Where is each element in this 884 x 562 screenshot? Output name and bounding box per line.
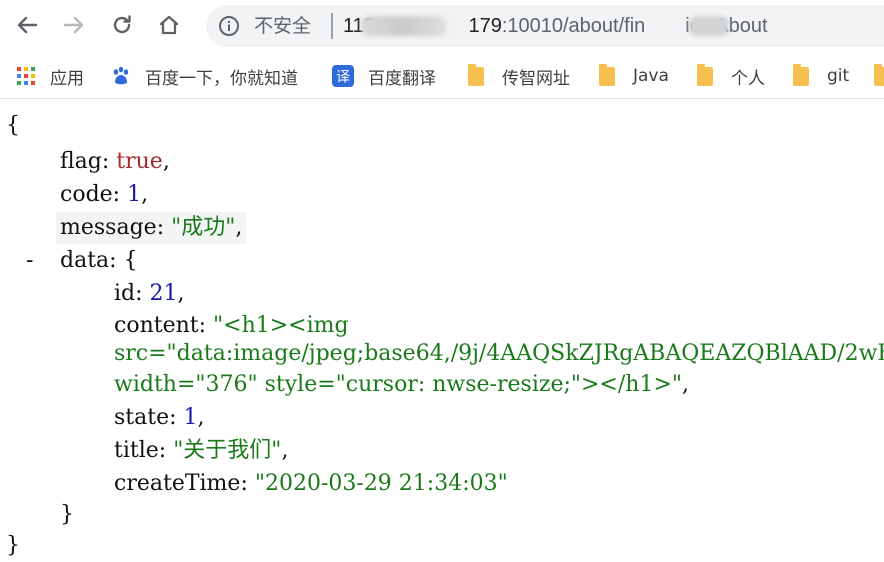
info-icon[interactable] <box>218 15 240 37</box>
bookmark-folder-java[interactable]: Java <box>599 63 669 88</box>
browser-toolbar: 不安全 118.179:10010/about/finiewAbout <box>0 0 884 52</box>
bookmark-label: 个人 <box>731 68 765 89</box>
json-content-cont-1: src="data:image/jpeg;base64,/9j/4AAQSkZJ… <box>114 341 884 366</box>
url-host-suffix: 179 <box>468 15 502 37</box>
baidu-paw-icon <box>113 66 129 85</box>
json-value: "成功" <box>171 215 236 240</box>
json-row-id: id: 21, <box>114 281 185 306</box>
bookmark-label: git <box>827 66 850 86</box>
json-value: true <box>116 149 163 174</box>
folder-icon <box>874 63 884 86</box>
json-row-data: data: { <box>60 248 138 273</box>
bookmark-label: 百度一下，你就知道 <box>145 68 298 89</box>
json-value: "关于我们" <box>173 438 282 463</box>
folder-icon <box>697 63 717 86</box>
bookmark-label: 传智网址 <box>502 68 570 89</box>
security-label: 不安全 <box>254 15 312 37</box>
json-value: "<h1><img <box>213 313 349 338</box>
json-key: id <box>114 281 136 306</box>
bookmark-folder-personal[interactable]: 个人 <box>697 63 765 89</box>
bookmark-folder-git[interactable]: git <box>793 63 850 88</box>
json-viewer: { flag: true, code: 1, message: "成功", - … <box>0 98 884 562</box>
json-content-cont-2: width="376" style="cursor: nwse-resize;"… <box>114 372 689 397</box>
json-value: 21 <box>149 281 178 306</box>
json-value: 1 <box>183 405 198 430</box>
json-row-title: title: "关于我们", <box>114 438 289 463</box>
json-key: content <box>114 313 199 338</box>
json-key: createTime <box>114 471 241 496</box>
json-open-brace: { <box>6 113 20 138</box>
bookmark-baidu[interactable]: 百度一下，你就知道 <box>111 64 298 89</box>
bookmark-apps[interactable]: 应用 <box>16 64 84 89</box>
home-button[interactable] <box>152 8 186 42</box>
folder-icon <box>468 63 488 86</box>
forward-button[interactable] <box>57 8 91 42</box>
json-close-brace: } <box>6 533 20 558</box>
bookmarks-bar: 应用 百度一下，你就知道 译 百度翻译 传智网址 Java 个人 git <box>0 52 884 99</box>
json-row-state: state: 1, <box>114 405 205 430</box>
json-row-message: message: "成功", <box>56 212 247 244</box>
reload-icon <box>113 15 131 34</box>
redaction-blur-2 <box>689 16 729 36</box>
folder-icon <box>793 63 813 86</box>
json-row-createtime: createTime: "2020-03-29 21:34:03" <box>114 471 508 496</box>
json-row-code: code: 1, <box>60 182 149 207</box>
svg-text:译: 译 <box>336 70 350 86</box>
home-icon <box>159 15 179 35</box>
json-row-flag: flag: true, <box>60 149 170 174</box>
json-data-close-brace: } <box>60 502 74 527</box>
address-divider <box>331 13 333 39</box>
translate-icon: 译 <box>332 65 354 87</box>
bookmark-label: Java <box>633 66 669 86</box>
json-key: message <box>60 215 157 240</box>
json-key: title <box>114 438 159 463</box>
json-collapse-toggle[interactable]: - <box>26 245 33 277</box>
json-key: data <box>60 248 110 273</box>
folder-icon <box>599 63 619 86</box>
bookmark-label: 应用 <box>50 68 84 89</box>
json-key: state <box>114 405 170 430</box>
apps-grid-icon <box>17 67 35 85</box>
address-bar[interactable]: 不安全 118.179:10010/about/finiewAbout <box>206 5 884 47</box>
reload-button[interactable] <box>105 8 139 42</box>
url-port-path: :10010/about/fin <box>501 15 646 37</box>
bookmark-baidu-translate[interactable]: 译 百度翻译 <box>332 64 436 89</box>
json-key: code <box>60 182 113 207</box>
json-value: "2020-03-29 21:34:03" <box>254 471 508 496</box>
json-value: 1 <box>127 182 142 207</box>
back-button[interactable] <box>10 8 44 42</box>
bookmark-folder-chuanzhi[interactable]: 传智网址 <box>468 63 570 89</box>
forward-arrow-icon <box>63 16 84 34</box>
back-arrow-icon <box>17 16 38 34</box>
json-key: flag <box>60 149 102 174</box>
redaction-blur <box>361 16 446 36</box>
bookmark-label: 百度翻译 <box>368 68 436 89</box>
bookmark-folder-overflow[interactable] <box>874 63 884 88</box>
